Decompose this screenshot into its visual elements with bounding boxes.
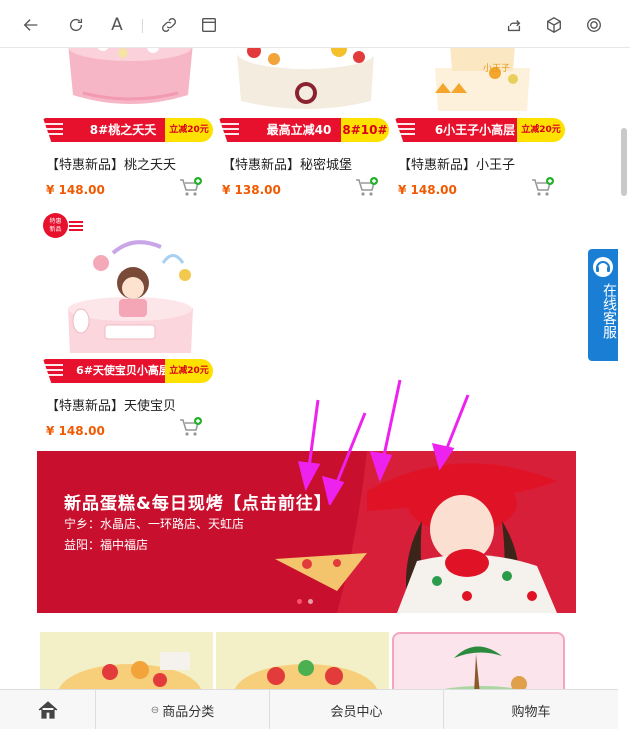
product-name-3[interactable]: 【特惠新品】小王子 [398, 154, 515, 173]
promo-banner-1: 8#桃之夭夭 立减20元 [43, 118, 217, 142]
product-card-4[interactable]: 特惠 新品 6#天使宝贝小高层 立减20元 【特惠新品】天使宝贝 ¥ 148.0… [43, 213, 217, 443]
home-icon [38, 701, 57, 719]
banner-stores-ningxiang: 宁乡：水晶店、一环路店、天虹店 [64, 517, 245, 531]
special-offer-badge: 特惠 新品 [43, 213, 83, 239]
annotation-arrows [298, 379, 470, 505]
svg-text:小王子: 小王子 [483, 63, 510, 74]
nav-member[interactable]: 会员中心 [270, 690, 444, 729]
product-price-2: ¥ 138.00 [222, 183, 281, 197]
browser-toolbar: A [0, 0, 630, 48]
text-size-icon[interactable]: A [106, 14, 128, 36]
promo-text-2: 最高立减40 [266, 123, 332, 137]
add-to-cart-icon[interactable] [531, 177, 555, 199]
product-card-3[interactable]: 小王子 6小王子小高层 立减20元 【特惠新品】小王子 ¥ 148.00 [395, 33, 569, 198]
toolbar-divider [142, 19, 143, 33]
product-card-2[interactable]: 最高立减40 8#10# 【特惠新品】秘密城堡 ¥ 138.00 [219, 33, 393, 198]
nav-cart[interactable]: 购物车 [444, 690, 618, 729]
nav-cart-label: 购物车 [511, 704, 551, 720]
promo-tag-2: 8#10# [341, 118, 389, 142]
online-service-label: 在线客服 [601, 283, 617, 339]
product-price-1: ¥ 148.00 [46, 183, 105, 197]
bottom-navigation: ⊖ 商品分类 会员中心 购物车 [0, 689, 618, 729]
badge-line-2: 新品 [49, 226, 62, 233]
promo-stripes [45, 364, 63, 378]
category-icon: ⊖ [150, 704, 160, 716]
link-icon[interactable] [158, 14, 180, 36]
banner-stores-yiyang: 益阳：福中福店 [64, 538, 149, 552]
product-price-4: ¥ 148.00 [46, 424, 105, 438]
scrollbar-thumb[interactable] [621, 128, 627, 196]
promo-stripes [397, 123, 415, 137]
text-size-glyph: A [111, 15, 123, 35]
settings-icon[interactable] [583, 14, 605, 36]
nav-member-label: 会员中心 [330, 704, 383, 720]
nav-home[interactable] [0, 690, 96, 729]
refresh-icon[interactable] [65, 14, 87, 36]
package-icon[interactable] [543, 14, 565, 36]
promo-tag-1: 立减20元 [165, 118, 213, 142]
promo-banner-4: 6#天使宝贝小高层 立减20元 [43, 359, 217, 383]
promo-banner-2: 最高立减40 8#10# [219, 118, 393, 142]
promo-text-3: 6小王子小高层 [434, 123, 516, 137]
nav-category[interactable]: ⊖ 商品分类 [96, 690, 270, 729]
carousel-dots [297, 599, 313, 604]
online-service-tab[interactable]: 在线客服 [588, 249, 618, 361]
promo-text-1: 8#桃之夭夭 [89, 123, 157, 137]
scrollbar[interactable] [618, 48, 630, 689]
share-icon[interactable] [503, 14, 525, 36]
page: A 8#桃之夭夭 立减20元 【特惠新品】桃之夭夭 ¥ 148.00 最高立减4… [0, 0, 630, 729]
product-card-1[interactable]: 8#桃之夭夭 立减20元 【特惠新品】桃之夭夭 ¥ 148.00 [43, 33, 217, 198]
headset-icon [593, 257, 613, 277]
product-name-1[interactable]: 【特惠新品】桃之夭夭 [46, 154, 176, 173]
reader-icon[interactable] [198, 14, 220, 36]
product-price-3: ¥ 148.00 [398, 183, 457, 197]
add-to-cart-icon[interactable] [179, 177, 203, 199]
badge-line-1: 特惠 [49, 218, 62, 225]
nav-category-label: 商品分类 [162, 704, 215, 720]
promo-tag-3: 立减20元 [517, 118, 565, 142]
add-to-cart-icon[interactable] [179, 417, 203, 439]
back-icon[interactable] [20, 14, 42, 36]
product-name-2[interactable]: 【特惠新品】秘密城堡 [222, 154, 352, 173]
promo-tag-4: 立减20元 [165, 359, 213, 383]
promo-stripes [221, 123, 239, 137]
carousel-dot-2[interactable] [308, 599, 313, 604]
product-name-4[interactable]: 【特惠新品】天使宝贝 [46, 395, 176, 414]
promo-stripes [45, 123, 63, 137]
add-to-cart-icon[interactable] [355, 177, 379, 199]
promo-text-4: 6#天使宝贝小高层 [76, 364, 170, 377]
promo-banner-3: 6小王子小高层 立减20元 [395, 118, 569, 142]
carousel-dot-1[interactable] [297, 599, 302, 604]
